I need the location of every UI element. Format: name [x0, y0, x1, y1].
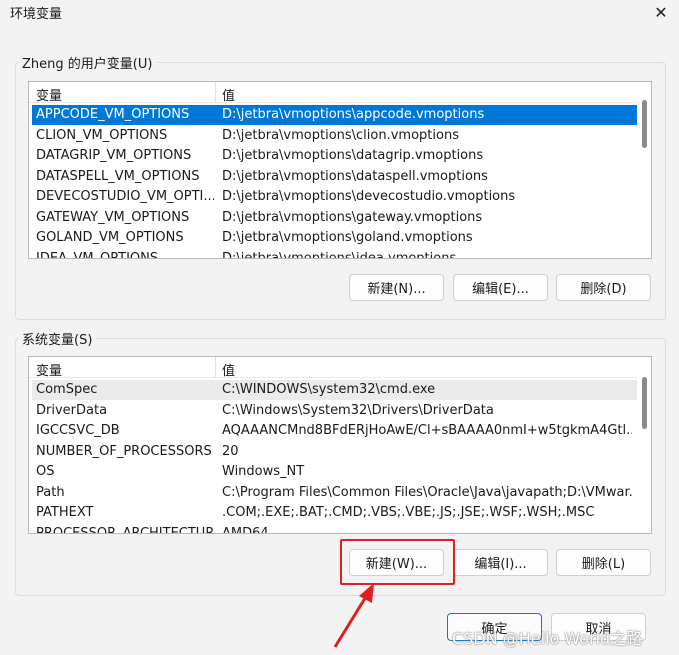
- table-row[interactable]: DriverData C:\Windows\System32\Drivers\D…: [32, 401, 637, 421]
- table-row[interactable]: OS Windows_NT: [32, 462, 637, 482]
- vertical-scrollbar[interactable]: [637, 82, 651, 258]
- variable-value: D:\jetbra\vmoptions\datagrip.vmoptions: [222, 148, 484, 163]
- vertical-scrollbar[interactable]: [637, 357, 651, 533]
- variable-value: D:\jetbra\vmoptions\appcode.vmoptions: [222, 107, 485, 122]
- watermark: CSDN @Hello World之路: [452, 629, 643, 648]
- table-row[interactable]: GATEWAY_VM_OPTIONS D:\jetbra\vmoptions\g…: [32, 208, 637, 228]
- column-divider[interactable]: [215, 82, 216, 102]
- variable-name: PROCESSOR_ARCHITECTURE: [36, 526, 214, 534]
- user-edit-button[interactable]: 编辑(E)...: [453, 274, 548, 301]
- variable-name: GATEWAY_VM_OPTIONS: [36, 210, 190, 225]
- variable-value: D:\jetbra\vmoptions\devecostudio.vmoptio…: [222, 189, 516, 204]
- variable-value: D:\jetbra\vmoptions\goland.vmoptions: [222, 230, 473, 245]
- table-row[interactable]: NUMBER_OF_PROCESSORS 20: [32, 442, 637, 462]
- table-row[interactable]: IGCCSVC_DB AQAAANCMnd8BFdERjHoAwE/Cl+sBA…: [32, 421, 637, 441]
- variable-name: DATASPELL_VM_OPTIONS: [36, 169, 200, 184]
- system-variables-label: 系统变量(S): [18, 329, 97, 348]
- table-row[interactable]: IDEA_VM_OPTIONS D:\jetbra\vmoptions\idea…: [32, 249, 637, 259]
- user-variables-label: Zheng 的用户变量(U): [18, 53, 157, 72]
- variable-name: IDEA_VM_OPTIONS: [36, 251, 159, 259]
- dialog-title: 环境变量: [10, 7, 63, 22]
- close-icon[interactable]: ✕: [648, 0, 674, 24]
- table-row[interactable]: ComSpec C:\WINDOWS\system32\cmd.exe: [32, 380, 637, 400]
- variable-name: OS: [36, 464, 55, 479]
- variable-value: C:\Windows\System32\Drivers\DriverData: [222, 403, 494, 418]
- variable-value: 20: [222, 444, 239, 459]
- environment-variables-dialog: 环境变量 ✕ Zheng 的用户变量(U) 变量 值 APPCODE_VM_OP…: [0, 0, 679, 655]
- system-edit-button[interactable]: 编辑(I)...: [453, 549, 548, 576]
- scrollbar-thumb[interactable]: [642, 100, 647, 148]
- user-new-button[interactable]: 新建(N)...: [349, 274, 444, 301]
- variable-name: Path: [36, 485, 65, 500]
- scrollbar-thumb[interactable]: [642, 377, 647, 429]
- variable-value: C:\Program Files\Common Files\Oracle\Jav…: [222, 485, 632, 500]
- variable-name: DriverData: [36, 403, 108, 418]
- variable-name: IGCCSVC_DB: [36, 423, 120, 438]
- variable-name: GOLAND_VM_OPTIONS: [36, 230, 184, 245]
- table-row[interactable]: Path C:\Program Files\Common Files\Oracl…: [32, 483, 637, 503]
- variable-value: Windows_NT: [222, 464, 305, 479]
- system-variables-list[interactable]: 变量 值 ComSpec C:\WINDOWS\system32\cmd.exe…: [28, 356, 652, 534]
- annotation-arrow-icon: [333, 583, 374, 648]
- table-row[interactable]: DATAGRIP_VM_OPTIONS D:\jetbra\vmoptions\…: [32, 146, 637, 166]
- variable-name: CLION_VM_OPTIONS: [36, 128, 168, 143]
- variable-name: ComSpec: [36, 382, 98, 397]
- variable-value: D:\jetbra\vmoptions\idea.vmoptions: [222, 251, 457, 259]
- column-header-value[interactable]: 值: [222, 360, 235, 379]
- table-row[interactable]: APPCODE_VM_OPTIONS D:\jetbra\vmoptions\a…: [32, 105, 637, 125]
- variable-name: APPCODE_VM_OPTIONS: [36, 107, 190, 122]
- variable-name: DEVECOSTUDIO_VM_OPTI...: [36, 189, 214, 204]
- table-row[interactable]: GOLAND_VM_OPTIONS D:\jetbra\vmoptions\go…: [32, 228, 637, 248]
- variable-value: AMD64: [222, 526, 269, 534]
- list-header: 变量 值: [29, 82, 651, 104]
- variable-value: D:\jetbra\vmoptions\dataspell.vmoptions: [222, 169, 488, 184]
- table-row[interactable]: CLION_VM_OPTIONS D:\jetbra\vmoptions\cli…: [32, 126, 637, 146]
- column-header-name[interactable]: 变量: [36, 360, 62, 379]
- column-divider[interactable]: [215, 357, 216, 377]
- list-header: 变量 值: [29, 357, 651, 379]
- user-delete-button[interactable]: 删除(D): [556, 274, 651, 301]
- variable-value: C:\WINDOWS\system32\cmd.exe: [222, 382, 436, 397]
- user-variables-list[interactable]: 变量 值 APPCODE_VM_OPTIONS D:\jetbra\vmopti…: [28, 81, 652, 259]
- variable-value: AQAAANCMnd8BFdERjHoAwE/Cl+sBAAAA0nmI+w5t…: [222, 423, 632, 438]
- variable-name: PATHEXT: [36, 505, 94, 520]
- column-header-value[interactable]: 值: [222, 85, 235, 104]
- variable-name: NUMBER_OF_PROCESSORS: [36, 444, 212, 459]
- table-row[interactable]: DEVECOSTUDIO_VM_OPTI... D:\jetbra\vmopti…: [32, 187, 637, 207]
- variable-value: D:\jetbra\vmoptions\clion.vmoptions: [222, 128, 459, 143]
- variable-value: D:\jetbra\vmoptions\gateway.vmoptions: [222, 210, 483, 225]
- variable-value: .COM;.EXE;.BAT;.CMD;.VBS;.VBE;.JS;.JSE;.…: [222, 505, 595, 520]
- column-header-name[interactable]: 变量: [36, 85, 62, 104]
- table-row[interactable]: PATHEXT .COM;.EXE;.BAT;.CMD;.VBS;.VBE;.J…: [32, 503, 637, 523]
- variable-name: DATAGRIP_VM_OPTIONS: [36, 148, 192, 163]
- table-row[interactable]: DATASPELL_VM_OPTIONS D:\jetbra\vmoptions…: [32, 167, 637, 187]
- table-row[interactable]: PROCESSOR_ARCHITECTURE AMD64: [32, 524, 637, 534]
- system-delete-button[interactable]: 删除(L): [556, 549, 651, 576]
